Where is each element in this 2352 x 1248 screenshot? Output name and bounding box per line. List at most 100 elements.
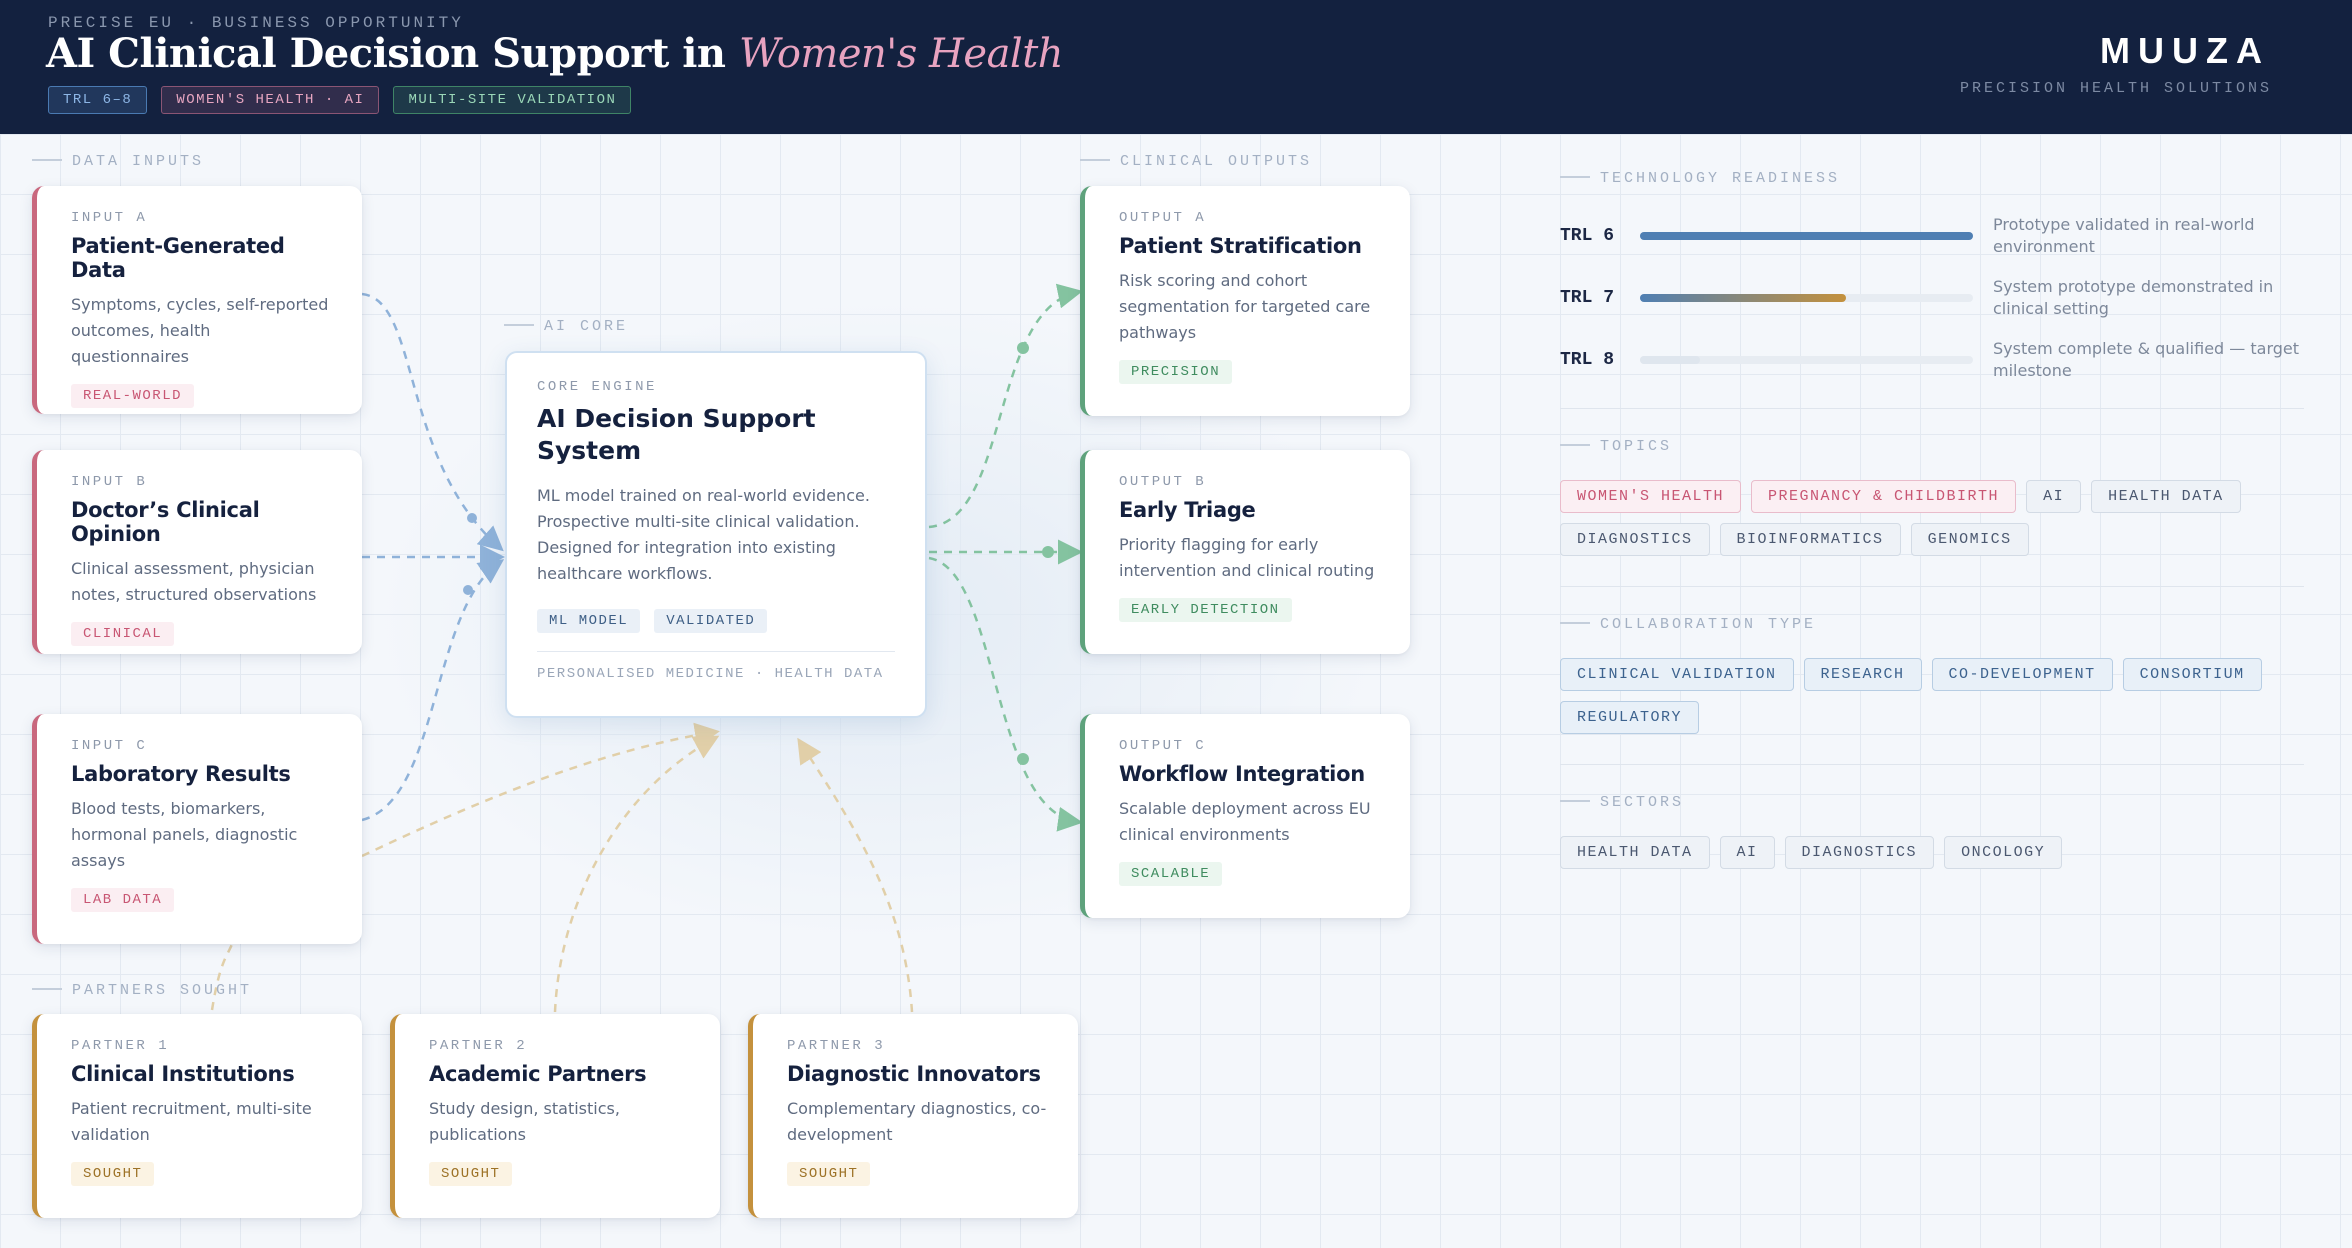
card-title: Laboratory Results [71,762,291,786]
trl-progress-track [1640,294,1973,302]
card-title: Patient Stratification [1119,234,1362,258]
chip-topic[interactable]: PREGNANCY & CHILDBIRTH [1751,480,2017,513]
panel-label-sectors: SECTORS [1560,794,1684,811]
card-kicker: PARTNER 2 [429,1038,528,1054]
trl-row-8: TRL 8 System complete & qualified — targ… [1560,339,2300,396]
output-card-stratification[interactable]: OUTPUT A Patient Stratification Risk sco… [1080,186,1410,416]
flow-node-c [463,585,473,595]
card-title: Clinical Institutions [71,1062,295,1086]
card-kicker: PARTNER 3 [787,1038,886,1054]
trl-progress-track [1640,232,1973,240]
partner-card-clinical[interactable]: PARTNER 1 Clinical Institutions Patient … [32,1014,362,1218]
panel-label-collab: COLLABORATION TYPE [1560,616,1816,633]
panel-divider [1560,586,2304,587]
partner-card-diagnostic[interactable]: PARTNER 3 Diagnostic Innovators Compleme… [748,1014,1078,1218]
partner-card-academic[interactable]: PARTNER 2 Academic Partners Study design… [390,1014,720,1218]
chip-topic[interactable]: DIAGNOSTICS [1560,523,1710,556]
flow-input-c [361,559,505,822]
core-kicker: CORE ENGINE [537,379,657,395]
flow-partner-3 [797,737,914,1013]
card-description: Patient recruitment, multi-site validati… [71,1099,312,1144]
card-tag: EARLY DETECTION [1119,598,1292,622]
topic-chips: WOMEN'S HEALTH PREGNANCY & CHILDBIRTH AI… [1560,480,2320,556]
panel-divider [1560,764,2304,765]
core-footer: PERSONALISED MEDICINE · HEALTH DATA [537,666,884,682]
chip-topic[interactable]: AI [2026,480,2082,513]
card-title: Academic Partners [429,1062,647,1086]
trl-level: TRL 6 [1560,226,1615,246]
flow-node-out-c [1017,753,1029,765]
core-engine-card[interactable]: CORE ENGINE AI Decision Support System M… [505,351,927,718]
chip-collab[interactable]: REGULATORY [1560,701,1700,734]
flow-node-a [467,513,477,523]
section-label-partners: PARTNERS SOUGHT [32,982,252,999]
card-description: Risk scoring and cohort segmentation for… [1119,271,1371,342]
trl-description: System prototype demonstrated in clinica… [1993,277,2274,318]
card-tag: CLINICAL [71,622,175,646]
card-description: Study design, statistics, publications [429,1099,620,1144]
card-description: Scalable deployment across EU clinical e… [1119,799,1371,844]
trl-row-7: TRL 7 System prototype demonstrated in c… [1560,277,2300,334]
sector-chips: HEALTH DATA AI DIAGNOSTICS ONCOLOGY [1560,836,2320,869]
chip-sector[interactable]: AI [1719,836,1775,869]
flow-partner-1 [361,722,720,858]
card-title: Workflow Integration [1119,762,1365,786]
section-label-inputs: DATA INPUTS [32,153,204,170]
trl-description: System complete & qualified — target mil… [1993,339,2300,380]
chip-collab[interactable]: CLINICAL VALIDATION [1560,658,1794,691]
card-description: Blood tests, biomarkers, hormonal panels… [71,799,298,870]
card-tag: SCALABLE [1119,862,1223,886]
panel-label-topics: TOPICS [1560,438,1672,455]
chip-topic[interactable]: WOMEN'S HEALTH [1560,480,1742,513]
card-tag: REAL-WORLD [71,384,195,408]
chip-sector[interactable]: HEALTH DATA [1560,836,1710,869]
input-card-clinical-opinion[interactable]: INPUT B Doctor’s Clinical Opinion Clinic… [32,450,362,654]
section-label-core: AI CORE [504,318,628,335]
core-description: ML model trained on real-world evidence.… [537,486,870,583]
input-card-patient-data[interactable]: INPUT A Patient-Generated Data Symptoms,… [32,186,362,414]
card-kicker: INPUT C [71,738,148,754]
chip-collab[interactable]: CONSORTIUM [2122,658,2262,691]
card-title: Diagnostic Innovators [787,1062,1041,1086]
trl-row-6: TRL 6 Prototype validated in real-world … [1560,215,2300,272]
chip-sector[interactable]: ONCOLOGY [1944,836,2063,869]
chip-collab[interactable]: CO-DEVELOPMENT [1931,658,2113,691]
card-kicker: OUTPUT B [1119,474,1207,490]
chip-topic[interactable]: BIOINFORMATICS [1719,523,1901,556]
card-title: Doctor’s Clinical Opinion [71,498,260,546]
chip-sector[interactable]: DIAGNOSTICS [1784,836,1935,869]
section-label-outputs: CLINICAL OUTPUTS [1080,153,1312,170]
card-tag: SOUGHT [429,1162,513,1186]
card-title: Early Triage [1119,498,1256,522]
card-kicker: INPUT A [71,210,148,226]
flow-node-out-b [1042,546,1054,558]
card-tag: SOUGHT [71,1162,155,1186]
chip-topic[interactable]: GENOMICS [1910,523,2029,556]
trl-level: TRL 7 [1560,288,1615,308]
panel-divider [1560,408,2304,409]
card-tag: LAB DATA [71,888,175,912]
card-tag: PRECISION [1119,360,1233,384]
trl-progress-track [1640,356,1973,364]
collab-chips: CLINICAL VALIDATION RESEARCH CO-DEVELOPM… [1560,658,2320,734]
card-description: Clinical assessment, physician notes, st… [71,559,317,604]
input-card-lab-results[interactable]: INPUT C Laboratory Results Blood tests, … [32,714,362,944]
card-kicker: OUTPUT A [1119,210,1207,226]
output-card-early-triage[interactable]: OUTPUT B Early Triage Priority flagging … [1080,450,1410,654]
tag-ml-model: ML MODEL [537,609,641,633]
flow-partner-2 [553,735,720,1013]
card-kicker: INPUT B [71,474,148,490]
flow-output-c [928,556,1083,832]
card-description: Complementary diagnostics, co-developmen… [787,1099,1047,1144]
chip-topic[interactable]: HEALTH DATA [2091,480,2241,513]
tag-validated: VALIDATED [654,609,768,633]
chip-collab[interactable]: RESEARCH [1803,658,1922,691]
core-title: AI Decision Support System [537,404,816,465]
trl-progress-fill [1640,356,1700,364]
output-card-workflow[interactable]: OUTPUT C Workflow Integration Scalable d… [1080,714,1410,918]
flow-input-a [361,292,504,552]
card-description: Symptoms, cycles, self-reported outcomes… [71,295,329,366]
card-tag: SOUGHT [787,1162,871,1186]
core-tags: ML MODEL VALIDATED [537,609,895,633]
card-title: Patient-Generated Data [71,234,285,282]
